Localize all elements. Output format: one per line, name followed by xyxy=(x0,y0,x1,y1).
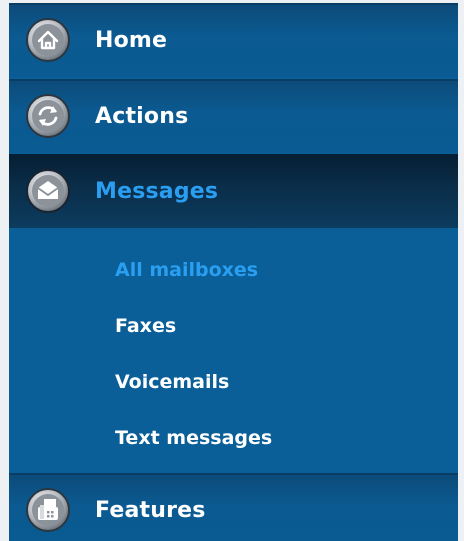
side-navigation: Home Actions Messages All mailboxes Faxe… xyxy=(0,0,464,541)
nav-item-label: Features xyxy=(95,497,206,523)
fax-icon xyxy=(23,485,73,535)
submenu-item-faxes[interactable]: Faxes xyxy=(115,315,176,337)
nav-item-messages[interactable]: Messages xyxy=(9,154,458,228)
home-icon xyxy=(23,15,73,65)
nav-item-home[interactable]: Home xyxy=(9,3,458,77)
submenu-item-voicemails[interactable]: Voicemails xyxy=(115,371,229,393)
nav-item-label: Messages xyxy=(95,178,219,204)
messages-submenu: All mailboxes Faxes Voicemails Text mess… xyxy=(9,228,458,473)
submenu-item-all-mailboxes[interactable]: All mailboxes xyxy=(115,259,258,281)
submenu-item-text-messages[interactable]: Text messages xyxy=(115,427,272,449)
nav-item-actions[interactable]: Actions xyxy=(9,79,458,153)
nav-item-label: Actions xyxy=(95,103,189,129)
nav-item-label: Home xyxy=(95,27,168,53)
nav-item-features[interactable]: Features xyxy=(9,473,458,541)
envelope-icon xyxy=(23,166,73,216)
refresh-icon xyxy=(23,91,73,141)
